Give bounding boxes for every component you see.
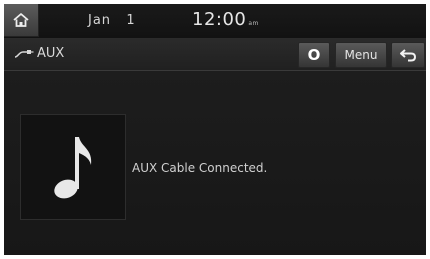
date-display: Jan 1 bbox=[88, 13, 136, 28]
clock-time: 12:00 bbox=[192, 9, 247, 30]
main-content: AUX Cable Connected. bbox=[4, 71, 426, 255]
album-art bbox=[20, 114, 126, 220]
home-icon bbox=[13, 13, 29, 27]
menu-button[interactable]: Menu bbox=[335, 42, 387, 68]
o-button-label: O bbox=[307, 46, 321, 64]
home-button[interactable] bbox=[4, 4, 39, 37]
aux-cable-icon bbox=[14, 49, 34, 58]
connection-status-message: AUX Cable Connected. bbox=[132, 161, 268, 175]
o-button[interactable]: O bbox=[298, 42, 330, 68]
source-label: AUX bbox=[37, 46, 65, 61]
clock-display: 12:00 am bbox=[192, 9, 259, 30]
music-note-icon bbox=[54, 137, 92, 199]
head-unit-screen: Jan 1 12:00 am AUX O Menu AUX Cable Conn… bbox=[4, 4, 426, 255]
title-bar: AUX O Menu bbox=[4, 38, 426, 71]
menu-button-label: Menu bbox=[344, 48, 378, 62]
back-arrow-icon bbox=[400, 49, 417, 62]
status-bar: Jan 1 12:00 am bbox=[4, 4, 426, 38]
back-button[interactable] bbox=[391, 42, 425, 68]
source-indicator: AUX bbox=[14, 46, 64, 61]
clock-ampm: am bbox=[248, 20, 259, 27]
